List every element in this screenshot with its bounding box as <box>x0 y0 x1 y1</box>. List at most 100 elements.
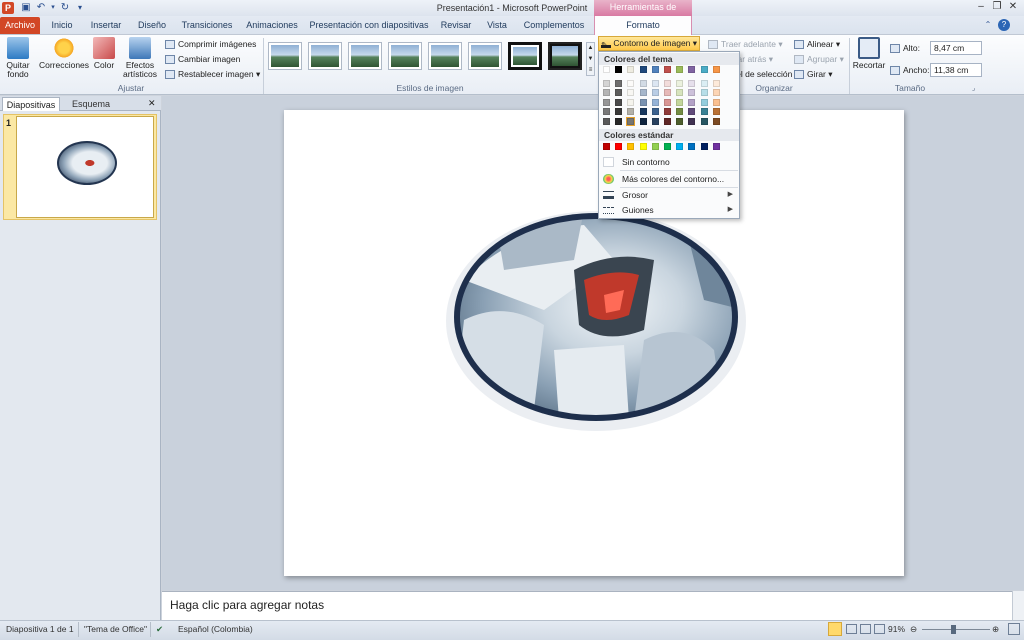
theme-color-swatch[interactable] <box>700 79 708 87</box>
theme-color-swatch[interactable] <box>676 117 684 125</box>
theme-color-swatch[interactable] <box>676 108 684 115</box>
theme-color-swatch[interactable] <box>626 116 636 126</box>
tab-insertar[interactable]: Insertar <box>86 16 126 35</box>
tab-archivo[interactable]: Archivo <box>0 17 40 34</box>
close-pane-icon[interactable]: ✕ <box>148 98 156 109</box>
picture-style-4[interactable] <box>388 42 422 70</box>
theme-color-swatch[interactable] <box>664 66 671 73</box>
theme-color-swatch[interactable] <box>688 89 696 96</box>
zoom-slider-track[interactable] <box>922 629 990 630</box>
standard-color-swatch[interactable] <box>639 143 647 150</box>
tab-presentacion[interactable]: Presentación con diapositivas <box>308 16 430 35</box>
theme-color-swatch[interactable] <box>651 89 659 96</box>
standard-color-swatch[interactable] <box>676 143 684 150</box>
minimize-icon[interactable]: – <box>974 1 988 13</box>
zoom-in-icon[interactable]: ⊕ <box>992 624 999 635</box>
theme-color-swatch[interactable] <box>664 117 671 125</box>
standard-color-swatch[interactable] <box>651 143 659 150</box>
theme-color-swatch[interactable] <box>664 79 671 87</box>
picture-style-7[interactable] <box>508 42 542 70</box>
theme-color-swatch[interactable] <box>688 98 696 106</box>
tab-esquema[interactable]: Esquema <box>62 97 120 111</box>
theme-name[interactable]: "Tema de Office" <box>84 624 147 634</box>
theme-color-swatch[interactable] <box>688 79 696 87</box>
theme-color-swatch[interactable] <box>700 66 708 73</box>
cambiar-imagen-button[interactable]: Cambiar imagen <box>165 53 240 66</box>
theme-color-swatch[interactable] <box>651 66 659 73</box>
theme-color-swatch[interactable] <box>700 117 708 125</box>
slide-thumbnail[interactable] <box>16 116 154 218</box>
restablecer-button[interactable]: Restablecer imagen ▾ <box>165 68 260 81</box>
standard-color-swatch[interactable] <box>700 143 708 150</box>
theme-color-swatch[interactable] <box>664 108 671 115</box>
theme-color-swatch[interactable] <box>639 66 647 73</box>
grosor-item[interactable]: Grosor ▶ <box>599 188 739 202</box>
picture-style-3[interactable] <box>348 42 382 70</box>
standard-color-swatch[interactable] <box>712 143 720 150</box>
standard-color-swatch[interactable] <box>603 143 610 150</box>
theme-color-swatch[interactable] <box>676 89 684 96</box>
tab-revisar[interactable]: Revisar <box>438 16 474 35</box>
slide-sorter-icon[interactable] <box>846 624 857 634</box>
size-dialog-launcher-icon[interactable]: ⌟ <box>972 84 975 92</box>
theme-color-swatch[interactable] <box>712 89 720 96</box>
tab-diapositivas[interactable]: Diapositivas <box>2 97 60 111</box>
notes-scrollbar[interactable] <box>1012 591 1024 620</box>
theme-color-swatch[interactable] <box>615 98 623 106</box>
theme-color-swatch[interactable] <box>627 108 635 115</box>
normal-view-icon[interactable] <box>828 622 842 636</box>
collapse-ribbon-icon[interactable]: ⌃ <box>982 20 994 32</box>
theme-color-swatch[interactable] <box>615 66 623 73</box>
tab-vista[interactable]: Vista <box>482 16 512 35</box>
theme-color-swatch[interactable] <box>676 79 684 87</box>
theme-color-swatch[interactable] <box>676 98 684 106</box>
theme-color-swatch[interactable] <box>651 98 659 106</box>
quitar-fondo-button[interactable]: Quitar fondo <box>3 37 33 79</box>
theme-color-swatch[interactable] <box>700 98 708 106</box>
theme-color-swatch[interactable] <box>603 79 610 87</box>
picture-style-5[interactable] <box>428 42 462 70</box>
theme-color-swatch[interactable] <box>651 108 659 115</box>
theme-color-swatch[interactable] <box>664 98 671 106</box>
theme-color-swatch[interactable] <box>712 117 720 125</box>
theme-color-swatch[interactable] <box>627 66 635 73</box>
language-indicator[interactable]: Español (Colombia) <box>178 624 253 634</box>
recortar-button[interactable]: Recortar <box>852 37 886 70</box>
picture-style-1[interactable] <box>268 42 302 70</box>
theme-color-swatch[interactable] <box>603 66 610 73</box>
traer-adelante-button[interactable]: Traer adelante ▾ <box>708 38 783 51</box>
restore-icon[interactable]: ❐ <box>990 1 1004 13</box>
slideshow-icon[interactable] <box>874 624 885 634</box>
theme-color-swatch[interactable] <box>627 89 635 96</box>
efectos-artisticos-button[interactable]: Efectos artísticos <box>120 37 160 79</box>
guiones-item[interactable]: Guiones ▶ <box>599 203 739 217</box>
theme-color-swatch[interactable] <box>712 66 720 73</box>
theme-color-swatch[interactable] <box>615 79 623 87</box>
theme-color-swatch[interactable] <box>700 89 708 96</box>
theme-color-swatch[interactable] <box>603 117 610 125</box>
theme-color-swatch[interactable] <box>688 108 696 115</box>
theme-color-swatch[interactable] <box>651 79 659 87</box>
reading-view-icon[interactable] <box>860 624 871 634</box>
agrupar-button[interactable]: Agrupar ▾ <box>794 53 844 66</box>
theme-color-swatch[interactable] <box>688 66 696 73</box>
theme-color-swatch[interactable] <box>664 89 671 96</box>
theme-color-swatch[interactable] <box>712 79 720 87</box>
ancho-field[interactable]: 11,38 cm <box>930 63 982 77</box>
contorno-imagen-button[interactable]: ✎ Contorno de imagen ▾ <box>598 36 700 51</box>
picture-style-6[interactable] <box>468 42 502 70</box>
help-icon[interactable]: ? <box>998 19 1010 31</box>
theme-color-swatch[interactable] <box>615 117 623 125</box>
color-button[interactable]: Color <box>90 37 118 70</box>
standard-color-swatch[interactable] <box>615 143 623 150</box>
spelling-check-icon[interactable]: ✔ <box>156 624 163 635</box>
standard-color-swatch[interactable] <box>664 143 671 150</box>
zoom-out-icon[interactable]: ⊖ <box>910 624 917 635</box>
gallery-scroll[interactable]: ▲ ▼ ≡ <box>586 42 595 76</box>
tab-diseno[interactable]: Diseño <box>134 16 170 35</box>
theme-color-swatch[interactable] <box>615 89 623 96</box>
standard-color-swatch[interactable] <box>627 143 635 150</box>
sin-contorno-item[interactable]: Sin contorno <box>599 155 739 169</box>
theme-color-swatch[interactable] <box>700 108 708 115</box>
theme-color-swatch[interactable] <box>676 66 684 73</box>
